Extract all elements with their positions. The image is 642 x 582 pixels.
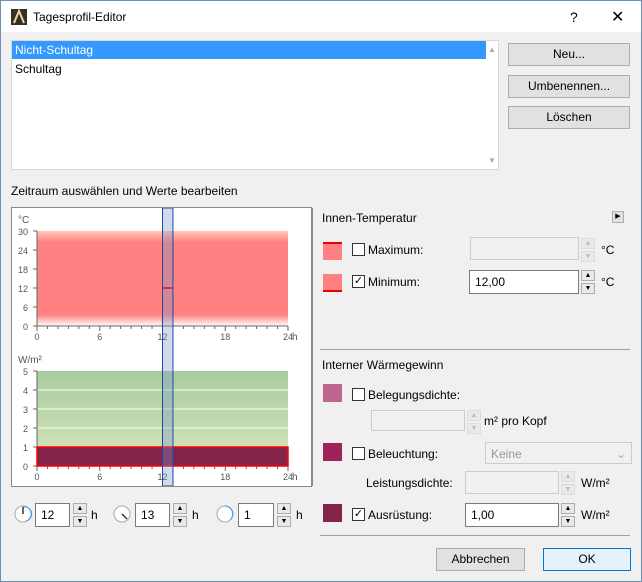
y-tick-label: 3 xyxy=(23,405,28,415)
minimum-input[interactable]: 12,00 xyxy=(469,270,579,294)
minimum-label: Minimum: xyxy=(368,275,421,289)
y-tick-label: 1 xyxy=(23,443,28,453)
minimum-swatch xyxy=(323,274,342,292)
maximum-swatch xyxy=(323,242,342,260)
temperature-heading: Innen-Temperatur xyxy=(322,211,417,225)
start-time-stepper[interactable]: ▲ ▼ xyxy=(73,503,87,527)
dialog-window: Tagesprofil-Editor ? ✕ Nicht-Schultag Sc… xyxy=(0,0,642,582)
x-tick-label: 0 xyxy=(34,472,39,482)
lighting-checkbox[interactable] xyxy=(352,447,365,460)
y-tick-label: 4 xyxy=(23,386,28,396)
x-tick-label: 6 xyxy=(97,472,102,482)
y-tick-label: 6 xyxy=(23,303,28,313)
x-tick-label: 0 xyxy=(34,332,39,342)
help-button[interactable]: ? xyxy=(570,9,578,25)
delete-button[interactable]: Löschen xyxy=(508,106,630,129)
y-axis-label: W/m² xyxy=(18,355,43,366)
maximum-label: Maximum: xyxy=(368,243,424,257)
maximum-input[interactable] xyxy=(470,237,579,260)
rename-button[interactable]: Umbenennen... xyxy=(508,75,630,98)
cancel-button[interactable]: Abbrechen xyxy=(436,548,525,571)
end-clock-icon xyxy=(113,505,131,523)
duration-input[interactable]: 1 xyxy=(238,503,274,527)
equipment-label: Ausrüstung: xyxy=(368,508,433,522)
divider xyxy=(312,208,313,486)
x-axis-unit: h xyxy=(292,472,298,483)
occupancy-label: Belegungsdichte: xyxy=(368,388,461,402)
y-tick-label: 2 xyxy=(23,424,28,434)
equipment-unit: W/m² xyxy=(581,508,610,522)
new-button[interactable]: Neu... xyxy=(508,43,630,66)
ok-button[interactable]: OK xyxy=(543,548,631,571)
selection-band[interactable] xyxy=(162,207,174,487)
section-label: Zeitraum auswählen und Werte bearbeiten xyxy=(11,184,238,198)
maximum-stepper[interactable]: ▲ ▼ xyxy=(581,238,595,262)
minimum-unit: °C xyxy=(601,275,615,289)
power-label: Leistungsdichte: xyxy=(366,476,453,490)
y-tick-label: 5 xyxy=(23,367,28,377)
end-time-stepper[interactable]: ▲ ▼ xyxy=(173,503,187,527)
y-tick-label: 0 xyxy=(23,462,28,472)
y-tick-label: 30 xyxy=(18,227,28,237)
maximum-checkbox[interactable] xyxy=(352,243,365,256)
power-unit: W/m² xyxy=(581,476,610,490)
minimum-stepper[interactable]: ▲ ▼ xyxy=(581,270,595,294)
maximum-unit: °C xyxy=(601,243,615,257)
end-unit: h xyxy=(192,508,199,522)
x-tick-label: 18 xyxy=(220,332,230,342)
duration-clock-icon xyxy=(216,505,234,523)
power-input[interactable] xyxy=(465,471,559,494)
y-tick-label: 0 xyxy=(23,322,28,332)
lighting-swatch xyxy=(323,443,342,461)
equipment-input[interactable]: 1,00 xyxy=(465,503,559,527)
x-axis-unit: h xyxy=(292,332,298,343)
chart-panel[interactable]: °C061218243006121824hW/m²01234506121824h xyxy=(11,207,312,487)
y-tick-label: 18 xyxy=(18,265,28,275)
scroll-down-icon[interactable]: ▼ xyxy=(488,156,496,165)
lighting-select[interactable]: Keine ⌄ xyxy=(485,442,632,464)
gains-heading: Interner Wärmegewinn xyxy=(322,358,444,372)
window-title: Tagesprofil-Editor xyxy=(33,10,127,24)
list-item[interactable]: Schultag xyxy=(12,60,486,78)
profile-list[interactable]: Nicht-Schultag Schultag ▲ ▼ xyxy=(11,40,499,170)
x-tick-label: 18 xyxy=(220,472,230,482)
power-stepper[interactable]: ▲ ▼ xyxy=(561,471,575,495)
duration-unit: h xyxy=(296,508,303,522)
lighting-label: Beleuchtung: xyxy=(368,447,439,461)
equipment-swatch xyxy=(323,504,342,522)
close-button[interactable]: ✕ xyxy=(611,7,624,27)
duration-stepper[interactable]: ▲ ▼ xyxy=(277,503,291,527)
y-tick-label: 24 xyxy=(18,246,28,256)
equipment-stepper[interactable]: ▲ ▼ xyxy=(561,503,575,527)
start-clock-icon xyxy=(14,505,33,523)
scroll-up-icon[interactable]: ▲ xyxy=(488,45,496,54)
occupancy-unit: m² pro Kopf xyxy=(484,414,547,428)
title-bar: Tagesprofil-Editor ? ✕ xyxy=(1,1,641,32)
app-icon xyxy=(11,9,27,25)
list-item[interactable]: Nicht-Schultag xyxy=(12,41,486,59)
profile-chart[interactable]: °C061218243006121824hW/m²01234506121824h xyxy=(12,207,311,487)
x-tick-label: 6 xyxy=(97,332,102,342)
minimum-checkbox[interactable]: ✓ xyxy=(352,275,365,288)
end-time-input[interactable]: 13 xyxy=(135,503,170,527)
expand-arrow-button[interactable]: ▶ xyxy=(612,211,624,223)
separator xyxy=(320,535,630,536)
occupancy-checkbox[interactable] xyxy=(352,388,365,401)
occupancy-stepper[interactable]: ▲ ▼ xyxy=(467,410,481,434)
start-unit: h xyxy=(91,508,98,522)
y-tick-label: 12 xyxy=(18,284,28,294)
occupancy-input[interactable] xyxy=(371,410,465,431)
occupancy-swatch xyxy=(323,384,342,402)
equipment-checkbox[interactable]: ✓ xyxy=(352,508,365,521)
start-time-input[interactable]: 12 xyxy=(35,503,70,527)
y-axis-label: °C xyxy=(18,215,29,226)
chevron-down-icon: ⌄ xyxy=(615,447,626,461)
separator xyxy=(320,349,630,350)
lighting-select-value: Keine xyxy=(491,447,522,461)
